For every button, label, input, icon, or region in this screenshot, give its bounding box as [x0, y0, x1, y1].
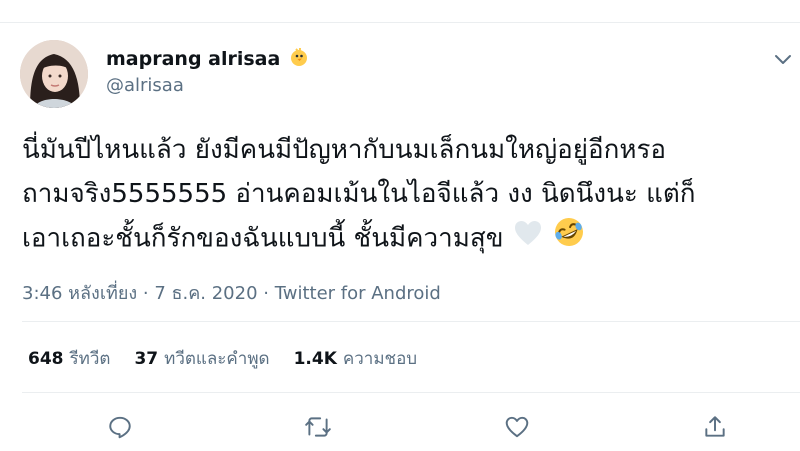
author-name-row[interactable]: maprang alrisaa: [106, 46, 310, 72]
tweet-stats: 648 รีทวีต 37 ทวีตและคำพูด 1.4K ความชอบ: [28, 345, 417, 372]
retweets-count: 648: [28, 349, 64, 369]
retweets-label: รีทวีต: [69, 349, 111, 369]
retweets-stat[interactable]: 648 รีทวีต: [28, 345, 110, 372]
tweet-meta: 3:46 หลังเที่ยง · 7 ธ.ค. 2020 · Twitter …: [22, 278, 441, 307]
tweet-text: นี่มันปีไหนแล้ว ยังมีคนมีปัญหากับนมเล็กน…: [22, 128, 792, 262]
quotes-count: 37: [134, 349, 159, 369]
divider: [22, 392, 800, 393]
likes-label: ความชอบ: [342, 349, 418, 369]
author-display-name[interactable]: maprang alrisaa: [106, 48, 280, 70]
reply-icon: [109, 416, 131, 439]
tweet-line: ถามจริง5555555 อ่านคอมเม้นในไอจีแล้ว งง …: [22, 179, 696, 209]
tweet-date[interactable]: 7 ธ.ค. 2020: [154, 283, 257, 304]
tweet-source[interactable]: Twitter for Android: [275, 283, 441, 304]
tweet-time[interactable]: 3:46 หลังเที่ยง: [22, 283, 137, 304]
reply-button[interactable]: [105, 412, 135, 442]
likes-stat[interactable]: 1.4K ความชอบ: [294, 345, 418, 372]
chick-emoji-icon: [288, 46, 310, 72]
retweet-button[interactable]: [303, 412, 333, 442]
like-button[interactable]: [502, 412, 532, 442]
likes-count: 1.4K: [293, 349, 337, 369]
tweet-line-text: เอาเถอะชั้นก็รักของฉันแบบนี้ ชั้นมีความส…: [22, 223, 504, 254]
top-border: [0, 22, 800, 23]
chevron-down-icon[interactable]: [770, 48, 796, 70]
divider: [22, 321, 800, 322]
share-button[interactable]: [700, 412, 730, 442]
avatar-image: [20, 40, 88, 108]
rolling-on-floor-laughing-emoji-icon: [553, 216, 585, 262]
quotes-label: ทวีตและคำพูด: [164, 349, 270, 369]
tweet-line: นี่มันปีไหนแล้ว ยังมีคนมีปัญหากับนมเล็กน…: [22, 135, 667, 165]
retweet-icon: [305, 417, 331, 437]
avatar[interactable]: [20, 40, 88, 108]
tweet-line-last: เอาเถอะชั้นก็รักของฉันแบบนี้ ชั้นมีความส…: [22, 216, 792, 262]
white-heart-emoji-icon: [513, 217, 543, 261]
meta-separator: ·: [257, 283, 275, 304]
like-icon: [505, 416, 529, 438]
share-icon: [705, 416, 725, 437]
author-handle[interactable]: @alrisaa: [106, 75, 184, 96]
quotes-stat[interactable]: 37 ทวีตและคำพูด: [134, 345, 269, 372]
meta-separator: ·: [137, 283, 155, 304]
